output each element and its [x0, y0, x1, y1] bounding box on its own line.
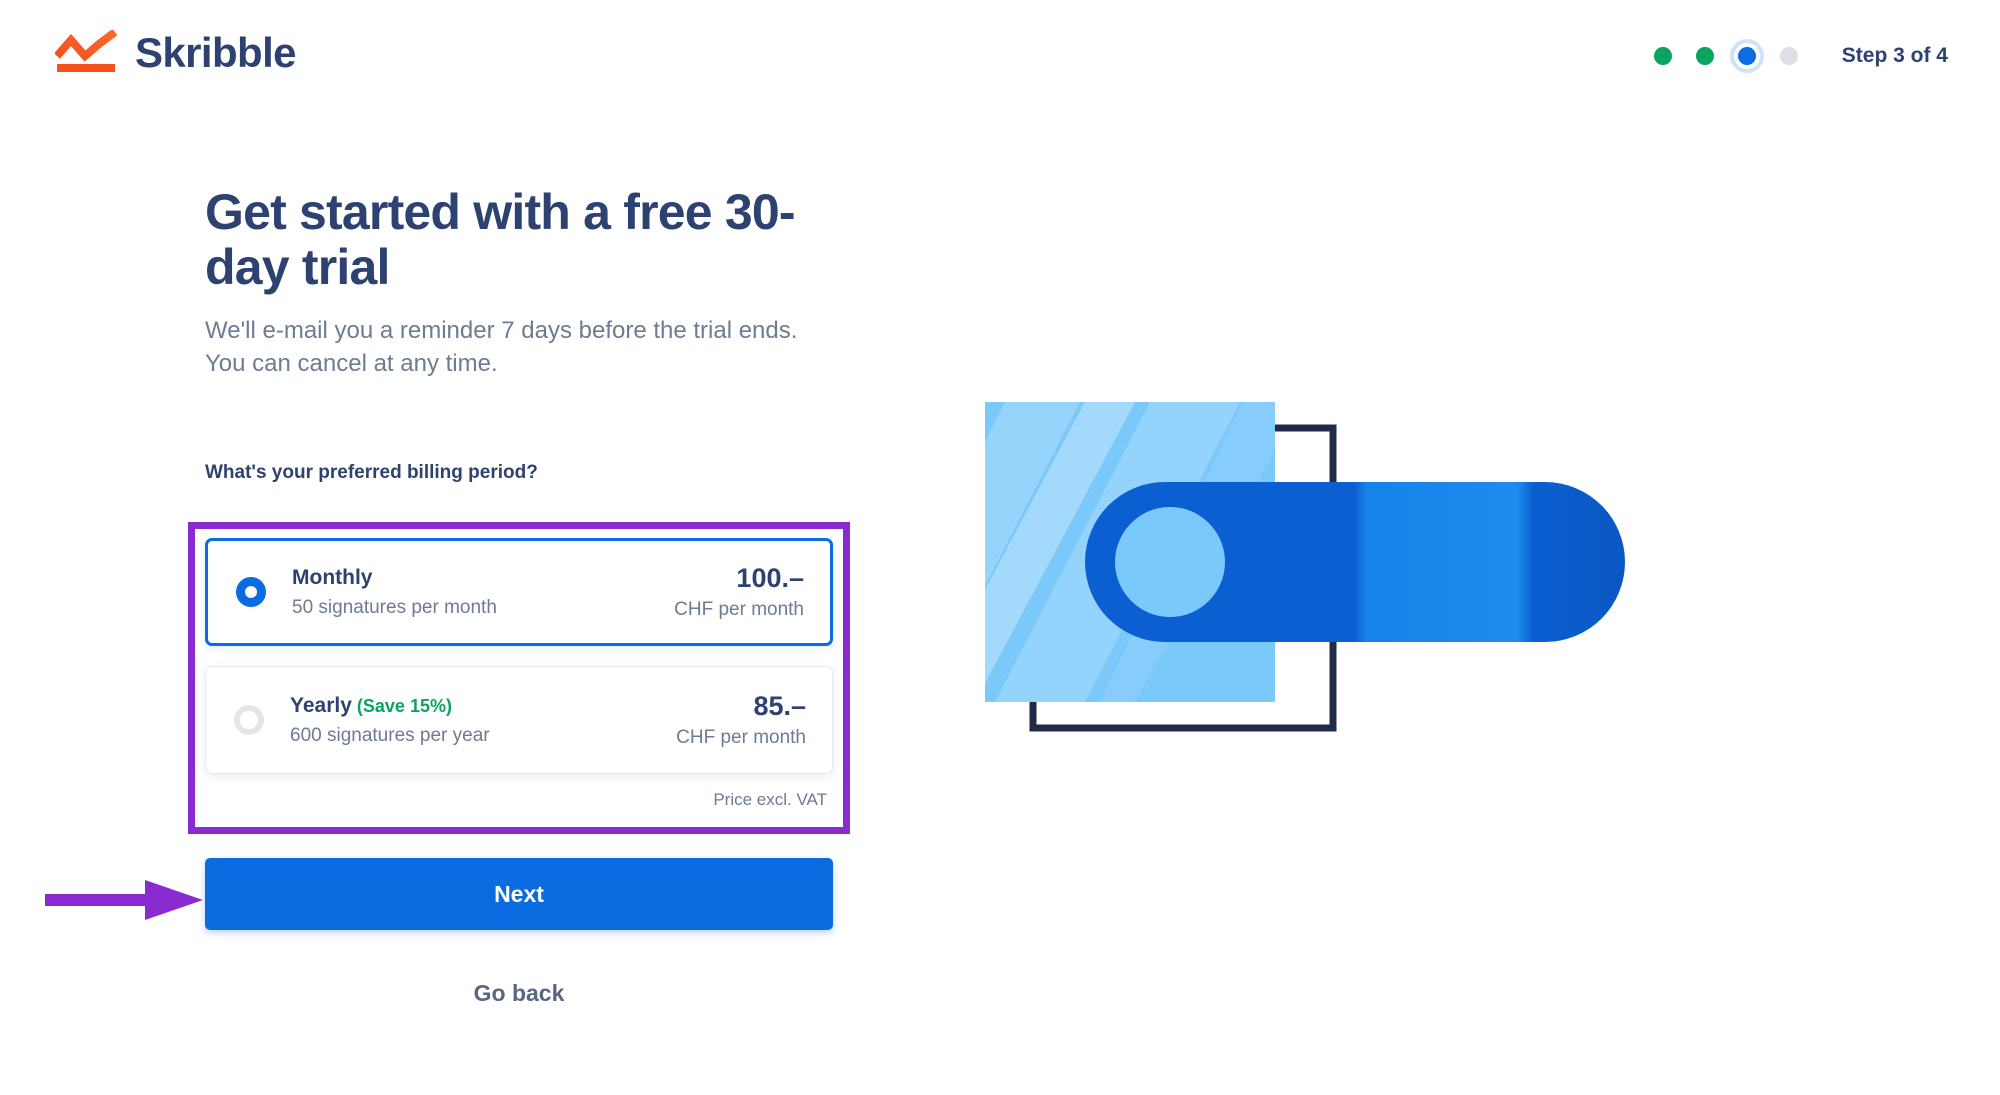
- annotation-arrow-icon: [45, 880, 203, 920]
- radio-monthly-selected[interactable]: [236, 577, 266, 607]
- plan-yearly-save-badge: (Save 15%): [356, 695, 452, 716]
- step-dot-3-active: [1737, 47, 1756, 65]
- plan-yearly-description: 600 signatures per year: [290, 724, 490, 746]
- plan-yearly-price-unit: CHF per month: [676, 727, 806, 749]
- skribble-chart-logo-icon: [55, 30, 118, 72]
- next-button[interactable]: Next: [205, 858, 833, 930]
- plan-monthly-info: Monthly 50 signatures per month: [292, 565, 674, 620]
- plan-option-yearly[interactable]: Yearly (Save 15%) 600 signatures per year…: [205, 666, 833, 774]
- plan-monthly-name: Monthly: [292, 565, 674, 591]
- page-header: Skribble Step 3 of 4: [0, 0, 2000, 120]
- radio-yearly-unselected[interactable]: [234, 705, 264, 735]
- brand-name: Skribble: [135, 29, 297, 76]
- step-dots: [1653, 47, 1798, 65]
- illustration-toggle-pill: [1085, 482, 1625, 642]
- signup-left-column: Get started with a free 30-day trial We'…: [205, 185, 845, 484]
- plan-yearly-info: Yearly (Save 15%) 600 signatures per year: [290, 693, 676, 748]
- step-label: Step 3 of 4: [1841, 44, 1948, 67]
- step-dot-2-done: [1695, 47, 1714, 65]
- plan-yearly-price-block: 85.– CHF per month: [676, 690, 806, 750]
- billing-period-options: Monthly 50 signatures per month 100.– CH…: [205, 538, 833, 810]
- plan-monthly-price: 100.–: [736, 562, 804, 593]
- plan-yearly-price: 85.–: [753, 690, 806, 721]
- page-title: Get started with a free 30-day trial: [205, 184, 796, 295]
- billing-period-question: What's your preferred billing period?: [205, 462, 538, 484]
- illustration-toggle-knob: [1115, 507, 1225, 617]
- go-back-link[interactable]: Go back: [205, 980, 833, 1007]
- plan-option-monthly[interactable]: Monthly 50 signatures per month 100.– CH…: [205, 538, 833, 646]
- step-dot-1-done: [1653, 47, 1672, 65]
- page-subtitle: We'll e-mail you a reminder 7 days befor…: [205, 317, 798, 377]
- step-progress: Step 3 of 4: [1653, 44, 1948, 68]
- plan-yearly-title: Yearly: [290, 693, 352, 717]
- toggle-switch-illustration: [985, 402, 1625, 732]
- brand-logo[interactable]: Skribble: [55, 29, 297, 76]
- plan-monthly-description: 50 signatures per month: [292, 596, 497, 618]
- plan-yearly-name: Yearly (Save 15%): [290, 693, 676, 719]
- plan-monthly-price-block: 100.– CHF per month: [674, 562, 804, 622]
- plan-monthly-price-unit: CHF per month: [674, 599, 804, 621]
- vat-note: Price excl. VAT: [713, 790, 827, 809]
- step-dot-4-pending: [1779, 47, 1798, 65]
- plan-monthly-title: Monthly: [292, 565, 373, 589]
